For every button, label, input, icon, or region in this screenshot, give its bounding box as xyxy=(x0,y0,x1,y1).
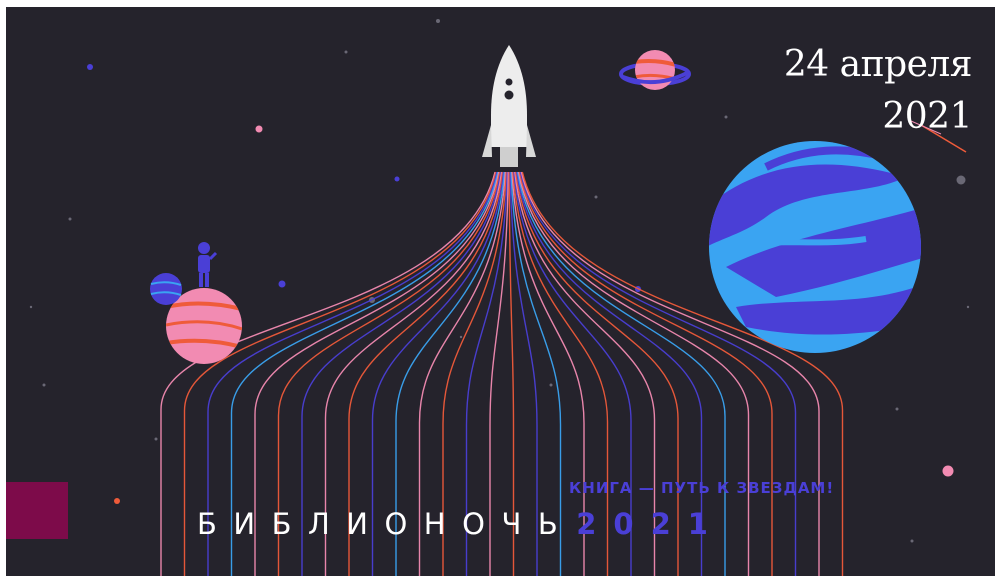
event-date-year: 2021 xyxy=(882,96,972,137)
ringed-planet-icon xyxy=(619,50,691,90)
bibilionight-banner: 24 апреля 2021 КНИГА — ПУТЬ К ЗВЕЗДАМ! Б… xyxy=(6,7,995,576)
event-title: БИБЛИОНОЧЬ2021 xyxy=(197,507,725,541)
event-title-year: 2021 xyxy=(576,507,725,541)
event-date: 24 апреля 2021 xyxy=(783,39,973,143)
astronaut-icon xyxy=(198,242,218,287)
tagline: КНИГА — ПУТЬ К ЗВЕЗДАМ! xyxy=(569,479,835,497)
rocket-icon xyxy=(482,45,536,167)
event-title-word: БИБЛИОНОЧЬ xyxy=(197,507,575,541)
side-color-block xyxy=(6,482,68,539)
event-date-day: 24 апреля xyxy=(783,44,973,85)
blue-planet-icon xyxy=(709,141,921,353)
tiny-blue-planet xyxy=(150,273,182,305)
